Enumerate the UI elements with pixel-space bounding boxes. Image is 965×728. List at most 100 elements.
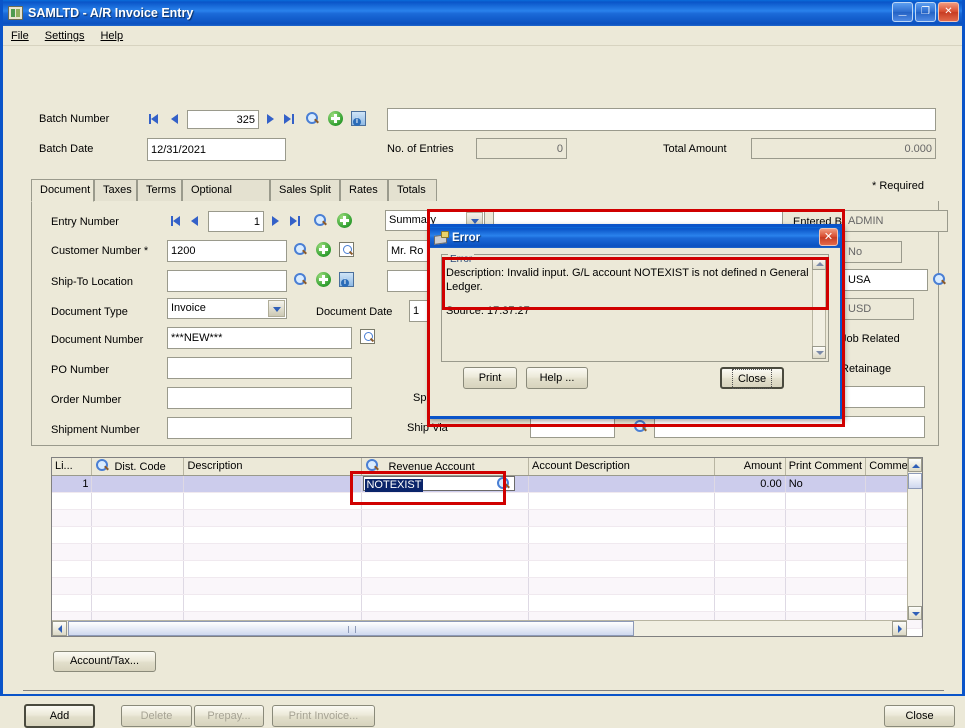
menu-settings-label: Settings — [44, 29, 85, 42]
table-row-empty[interactable] — [52, 493, 922, 510]
scroll-down-button[interactable] — [908, 606, 922, 620]
tab-rates-label: Rates — [349, 184, 378, 196]
grid-col-dist-code[interactable]: Dist. Code — [92, 458, 185, 475]
cell-dist-code[interactable] — [92, 476, 185, 492]
table-row-empty[interactable] — [52, 544, 922, 561]
batch-last-button[interactable] — [283, 111, 296, 126]
entry-first-button[interactable] — [169, 213, 182, 228]
batch-finder-icon[interactable] — [305, 111, 320, 126]
customer-inquiry-icon[interactable] — [339, 242, 354, 257]
batch-description-input[interactable] — [387, 108, 936, 131]
menu-item-file[interactable]: File — [11, 30, 29, 42]
menu-item-help[interactable]: Help — [100, 30, 123, 42]
tab-totals[interactable]: Totals — [388, 179, 437, 201]
customer-number-input[interactable] — [167, 240, 287, 262]
entry-finder-icon[interactable] — [313, 213, 328, 228]
cell-revenue-account[interactable]: NOTEXIST — [362, 476, 530, 492]
detail-grid[interactable]: Li... Dist. Code Description Revenue Acc… — [51, 457, 923, 637]
document-type-select[interactable]: Invoice — [167, 298, 287, 319]
batch-new-icon[interactable] — [328, 111, 343, 126]
batch-date-input[interactable] — [147, 138, 286, 161]
batch-first-button[interactable] — [147, 111, 160, 126]
error-scroll-up-button[interactable] — [812, 257, 826, 270]
country-finder-icon[interactable] — [932, 272, 947, 287]
revenue-account-cell-finder-icon[interactable] — [496, 476, 511, 491]
scroll-left-button[interactable] — [52, 621, 67, 636]
po-number-input[interactable] — [167, 357, 352, 379]
entry-number-input[interactable] — [208, 211, 264, 232]
batch-prev-button[interactable] — [169, 111, 182, 126]
grid-col-print-comment[interactable]: Print Comment — [786, 458, 867, 475]
ship-via-finder-icon[interactable] — [633, 419, 648, 434]
ship-to-location-input[interactable] — [167, 270, 287, 292]
scroll-thumb-vertical[interactable] — [908, 473, 922, 489]
account-tax-button[interactable]: Account/Tax... — [53, 651, 156, 672]
ship-to-new-icon[interactable] — [316, 272, 331, 287]
table-row[interactable]: 1 NOTEXIST 0.00 No — [52, 476, 922, 493]
grid-col-revenue-account[interactable]: Revenue Account — [362, 458, 530, 475]
grid-horizontal-scrollbar[interactable] — [52, 620, 907, 636]
table-row-empty[interactable] — [52, 510, 922, 527]
error-message-scrollbar[interactable] — [812, 257, 826, 359]
maximize-button[interactable]: ❐ — [915, 2, 936, 22]
tab-sales-split-label: Sales Split — [279, 184, 331, 196]
customer-new-icon[interactable] — [316, 242, 331, 257]
grid-col-amount[interactable]: Amount — [715, 458, 786, 475]
print-invoice-label: Print Invoice... — [288, 710, 359, 722]
batch-number-input[interactable] — [187, 110, 259, 129]
entry-last-button[interactable] — [289, 213, 302, 228]
cell-account-description[interactable] — [529, 476, 715, 492]
grid-col-line[interactable]: Li... — [52, 458, 93, 475]
chevron-down-icon[interactable] — [268, 300, 285, 317]
grid-vertical-scrollbar[interactable] — [907, 458, 922, 620]
error-scroll-down-button[interactable] — [812, 346, 826, 359]
scroll-right-button[interactable] — [892, 621, 907, 636]
tab-optional-fields[interactable]: Optional Fields — [182, 179, 270, 217]
ship-to-finder-icon[interactable] — [293, 272, 308, 287]
menu-item-settings[interactable]: Settings — [45, 30, 85, 42]
ship-to-properties-icon[interactable] — [339, 272, 354, 287]
error-print-button[interactable]: Print — [463, 367, 517, 389]
tab-terms[interactable]: Terms — [137, 179, 182, 201]
grid-col-account-description[interactable]: Account Description — [529, 458, 715, 475]
country-input[interactable] — [844, 269, 928, 291]
cell-print-comment[interactable]: No — [786, 476, 867, 492]
table-row-empty[interactable] — [52, 561, 922, 578]
entry-new-icon[interactable] — [337, 213, 352, 228]
table-row-empty[interactable] — [52, 578, 922, 595]
customer-finder-icon[interactable] — [293, 242, 308, 257]
table-row-empty[interactable] — [52, 527, 922, 544]
special-instructions-input[interactable] — [838, 386, 925, 408]
add-label: Add — [49, 710, 70, 722]
error-close-button[interactable]: Close — [720, 367, 784, 389]
cell-description[interactable] — [184, 476, 363, 492]
tab-taxes[interactable]: Taxes — [94, 179, 137, 201]
tab-sales-split[interactable]: Sales Split — [270, 179, 340, 201]
error-dialog-close-icon[interactable]: ✕ — [819, 228, 838, 246]
tab-terms-label: Terms — [146, 184, 176, 196]
footer-divider — [23, 690, 944, 691]
revenue-account-editor[interactable]: NOTEXIST — [363, 476, 516, 492]
document-number-input[interactable] — [167, 327, 352, 349]
table-row-empty[interactable] — [52, 595, 922, 612]
entry-next-button[interactable] — [269, 213, 282, 228]
scroll-up-button[interactable] — [908, 458, 922, 472]
tab-document[interactable]: Document — [31, 179, 94, 202]
scroll-thumb-horizontal[interactable] — [68, 621, 634, 636]
error-help-button[interactable]: Help ... — [526, 367, 588, 389]
shipment-number-input[interactable] — [167, 417, 352, 439]
grid-col-description[interactable]: Description — [184, 458, 363, 475]
cell-amount[interactable]: 0.00 — [715, 476, 786, 492]
ship-via-input[interactable] — [530, 416, 615, 438]
document-number-inquiry-icon[interactable] — [360, 329, 375, 344]
order-number-input[interactable] — [167, 387, 352, 409]
batch-next-button[interactable] — [264, 111, 277, 126]
tab-rates[interactable]: Rates — [340, 179, 388, 201]
close-button[interactable]: ✕ — [938, 2, 959, 22]
minimize-button[interactable]: _ — [892, 2, 913, 22]
entry-prev-button[interactable] — [189, 213, 202, 228]
close-window-button[interactable]: Close — [884, 705, 955, 727]
add-button[interactable]: Add — [24, 704, 95, 728]
ship-via-description-input[interactable] — [654, 416, 925, 438]
batch-properties-icon[interactable] — [351, 111, 366, 126]
